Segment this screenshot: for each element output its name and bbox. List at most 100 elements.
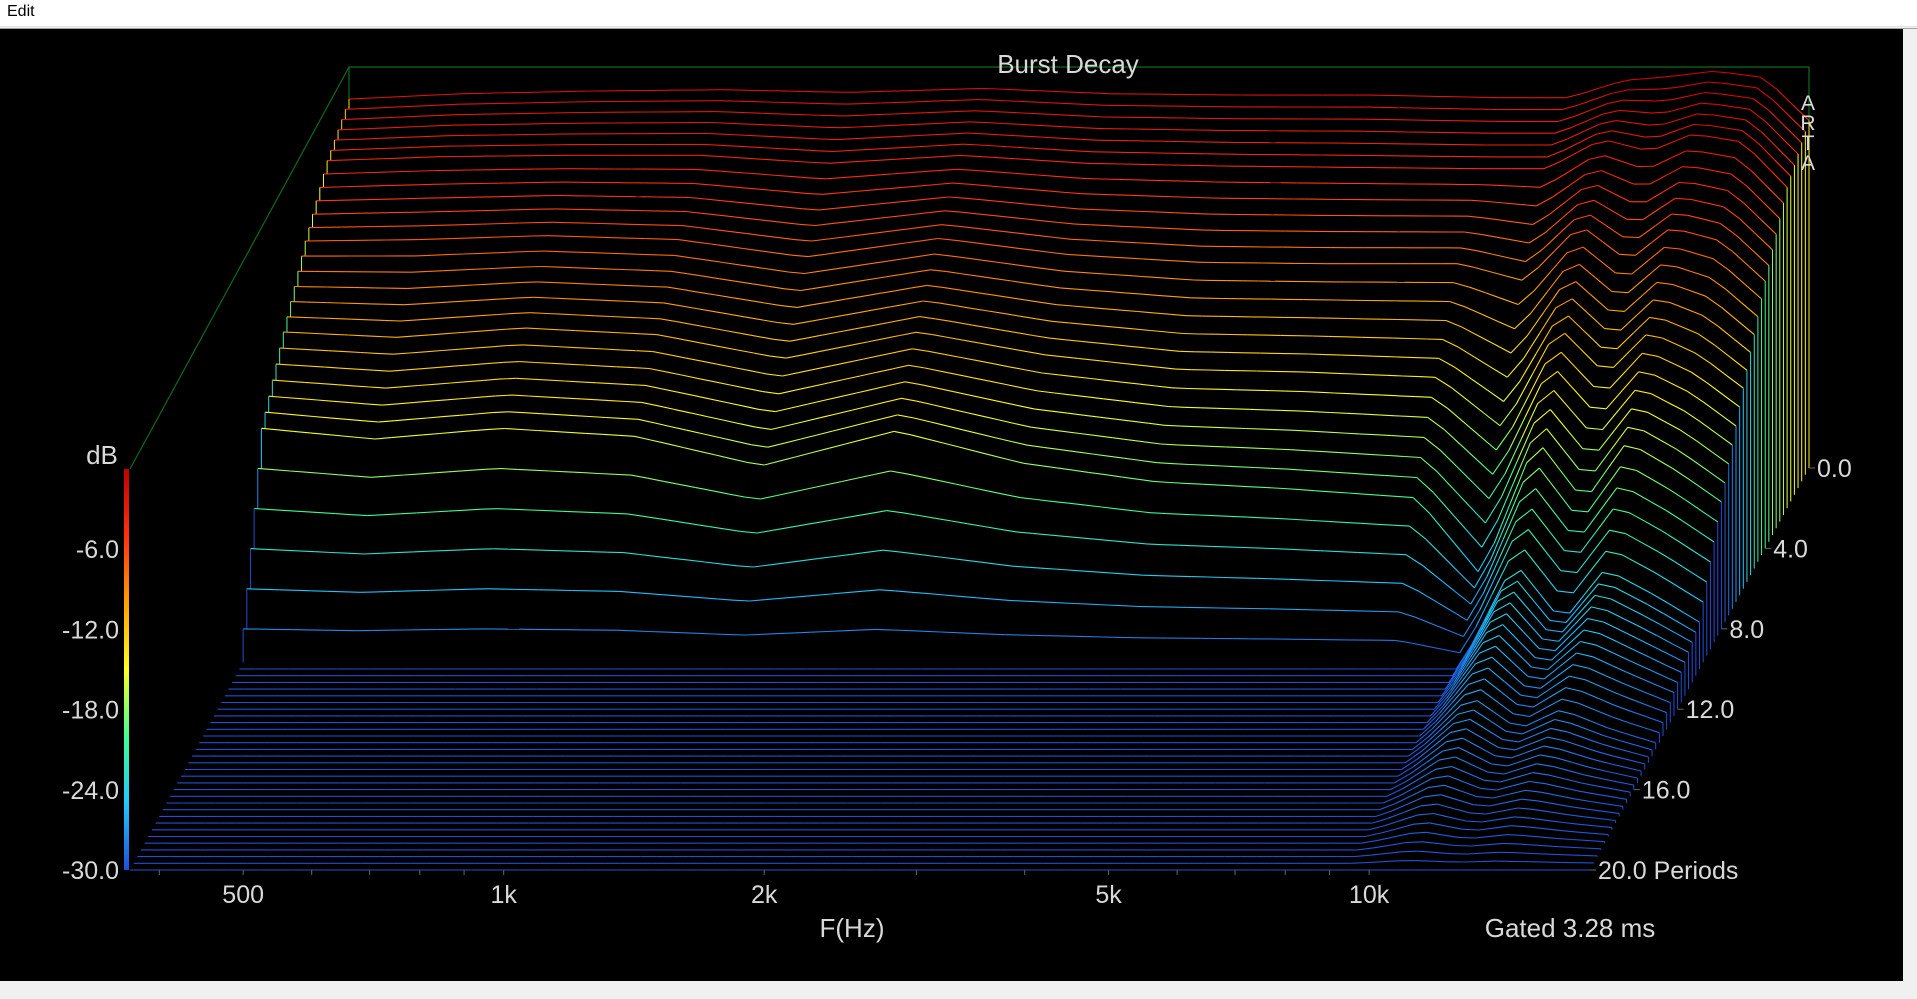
- trace-segment: [1373, 355, 1391, 358]
- trace-segment: [262, 588, 280, 591]
- trace-segment: [848, 103, 865, 105]
- trace-segment: [844, 114, 861, 117]
- trace-segment: [550, 297, 567, 300]
- trace-segment: [355, 302, 372, 305]
- trace-segment: [1409, 337, 1427, 340]
- trace-segment: [418, 238, 436, 241]
- trace-segment: [1337, 372, 1355, 375]
- trace-segment: [1415, 396, 1432, 398]
- trace-segment: [1243, 546, 1260, 549]
- trace-segment: [1263, 517, 1280, 520]
- trace-segment: [447, 253, 464, 256]
- trace-segment: [1325, 354, 1342, 356]
- trace-segment: [762, 633, 779, 635]
- trace-segment: [330, 149, 348, 151]
- trace-segment: [1622, 236, 1640, 239]
- trace-segment: [1261, 428, 1279, 431]
- trace-segment: [1026, 101, 1043, 103]
- trace-segment: [412, 550, 429, 553]
- trace-segment: [381, 96, 398, 99]
- trace-segment: [1639, 100, 1656, 102]
- trace-segment: [454, 223, 472, 226]
- trace-segment: [335, 185, 353, 188]
- trace-segment: [1030, 89, 1047, 92]
- trace-segment: [399, 136, 416, 139]
- trace-segment: [564, 235, 582, 238]
- trace-segment: [1195, 196, 1213, 199]
- trace-segment: [593, 252, 610, 254]
- trace-segment: [1098, 193, 1115, 196]
- trace-segment: [795, 113, 813, 116]
- trace-segment: [1357, 355, 1374, 357]
- trace-segment: [1110, 209, 1128, 212]
- trace-segment: [431, 254, 448, 256]
- trace-segment: [916, 89, 934, 91]
- trace-segment: [396, 551, 413, 554]
- trace-segment: [1265, 409, 1282, 411]
- trace-segment: [1177, 444, 1194, 447]
- trace-segment: [577, 251, 594, 254]
- trace-segment: [1269, 390, 1286, 392]
- trace-segment: [422, 224, 439, 227]
- trace-segment: [840, 126, 858, 129]
- trace-segment: [341, 118, 358, 121]
- trace-segment: [779, 113, 796, 115]
- trace-segment: [1272, 578, 1289, 580]
- trace-segment: [792, 125, 809, 128]
- trace-segment: [428, 145, 445, 148]
- trace-segment: [497, 508, 514, 510]
- trace-segment: [337, 128, 355, 131]
- trace-segment: [1276, 548, 1293, 550]
- trace-segment: [1046, 90, 1063, 93]
- trace-segment: [508, 266, 526, 269]
- trace-segment: [827, 630, 844, 633]
- trace-segment: [864, 102, 881, 105]
- trace-segment: [1147, 195, 1164, 197]
- trace-segment: [430, 93, 447, 96]
- trace-segment: [569, 282, 587, 285]
- trace-segment: [1308, 353, 1326, 356]
- trace-segment: [799, 102, 816, 104]
- trace-segment: [664, 631, 682, 634]
- trace-segment: [1156, 227, 1173, 230]
- trace-segment: [1159, 211, 1176, 214]
- trace-segment: [422, 114, 440, 117]
- trace-segment: [625, 253, 643, 255]
- trace-segment: [1386, 374, 1403, 377]
- trace-segment: [617, 223, 634, 225]
- trace-segment: [521, 281, 538, 283]
- trace-segment: [544, 250, 562, 253]
- trace-segment: [424, 156, 441, 158]
- trace-segment: [763, 112, 780, 115]
- trace-segment: [1179, 350, 1196, 353]
- trace-segment: [970, 121, 987, 124]
- trace-segment: [1256, 577, 1273, 580]
- trace-segment: [594, 512, 612, 514]
- trace-segment: [541, 265, 558, 268]
- trace-segment: [1305, 371, 1322, 374]
- trace-segment: [817, 150, 834, 152]
- trace-segment: [1626, 218, 1643, 221]
- trace-segment: [1184, 406, 1201, 409]
- trace-segment: [384, 319, 401, 322]
- trace-segment: [589, 267, 607, 270]
- trace-segment: [730, 111, 748, 114]
- trace-segment: [1025, 600, 1042, 603]
- trace-segment: [566, 298, 583, 300]
- trace-segment: [512, 250, 529, 253]
- trace-segment: [1491, 184, 1508, 187]
- trace-segment: [662, 238, 679, 241]
- trace-segment: [598, 299, 616, 302]
- trace-segment: [574, 550, 592, 553]
- trace-segment: [658, 254, 675, 256]
- trace-segment: [909, 112, 926, 114]
- trace-segment: [776, 124, 793, 127]
- trace-segment: [745, 633, 763, 636]
- trace-segment: [1163, 195, 1180, 198]
- trace-segment: [1259, 547, 1277, 550]
- trace-segment: [431, 135, 449, 137]
- menu-edit[interactable]: Edit: [7, 3, 35, 21]
- trace-segment: [295, 589, 312, 592]
- trace-segment: [973, 632, 990, 635]
- trace-segment: [1337, 580, 1354, 583]
